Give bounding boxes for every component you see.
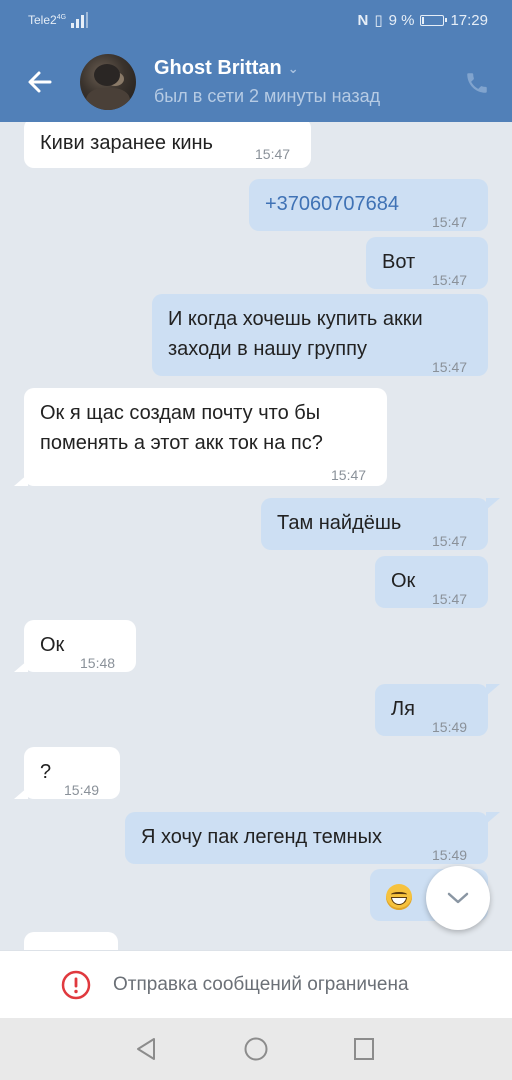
clock: 17:29 [450,11,488,29]
scroll-to-bottom-button[interactable] [426,866,490,930]
chevron-down-icon[interactable]: ⌄ [288,61,299,77]
message-time: 15:47 [432,591,468,607]
nav-recents-icon[interactable] [352,1036,376,1062]
nfc-icon: N [357,11,369,29]
message-bubble-outgoing[interactable]: Я хочу пак легенд темных 15:49 [125,812,500,864]
message-time: 15:47 [432,272,468,288]
message-time: 15:49 [64,782,100,798]
message-bubble-incoming[interactable]: ? 15:49 [14,747,120,799]
messaging-restricted-bar: Отправка сообщений ограничена [0,950,512,1019]
message-time: 15:49 [432,719,468,735]
chevron-down-icon [447,892,469,904]
message-bubble-outgoing[interactable]: И когда хочешь купить акки заходи в нашу… [152,294,488,376]
nav-back-icon[interactable] [134,1036,158,1062]
message-text: поменять а этот акк ток на пс? [40,432,323,454]
message-bubble-outgoing[interactable]: Ок 15:47 [375,556,488,608]
warning-circle-icon [61,970,91,1000]
vibrate-icon: ▯ [374,12,383,29]
message-time: 15:47 [432,214,468,230]
restricted-message: Отправка сообщений ограничена [113,974,409,995]
message-time: 15:47 [432,359,468,375]
message-time: 15:47 [331,467,367,483]
message-time: 15:48 [80,655,116,671]
phone-number-link[interactable]: +37060707684 [265,193,399,215]
system-nav-bar [0,1018,512,1080]
message-text: Ок я щас создам почту что бы [40,402,321,424]
message-text: Ля [391,698,415,720]
grinning-face-icon [386,883,412,910]
message-text: И когда хочешь купить акки [168,308,423,330]
message-text: Ок [40,634,65,656]
message-text: Ок [391,570,416,592]
carrier-label: Tele24G [28,13,67,27]
status-bar: Tele24G N ▯ 9 % 17:29 [0,0,512,42]
phone-icon[interactable] [464,70,490,96]
message-bubble-incoming[interactable]: Ок 15:48 [14,620,136,672]
message-text: Киви заранее кинь [40,132,213,154]
message-bubble-outgoing[interactable]: +37060707684 15:47 [249,179,488,231]
message-text: Я хочу пак легенд темных [141,826,382,848]
message-text: Вот [382,251,416,273]
message-text: заходи в нашу группу [168,338,367,360]
back-arrow-icon[interactable] [24,66,56,98]
message-bubble-outgoing[interactable]: Ля 15:49 [375,684,500,736]
message-text: ? [40,761,52,783]
last-seen-status: был в сети 2 минуты назад [154,86,381,106]
message-bubble-outgoing[interactable]: Вот 15:47 [366,237,488,289]
message-bubble-incoming[interactable]: Киви заранее кинь 15:47 [24,122,311,168]
signal-icon [71,12,88,28]
avatar[interactable] [80,54,136,110]
contact-name[interactable]: Ghost Brittan ⌄ [154,57,299,80]
message-time: 15:47 [255,146,291,162]
message-bubble-incoming[interactable]: Ок я щас создам почту что бы поменять а … [14,388,387,486]
chat-header: Ghost Brittan ⌄ был в сети 2 минуты назад [0,42,512,122]
message-time: 15:47 [432,533,468,549]
battery-icon [420,14,448,26]
message-bubble-outgoing[interactable]: Там найдёшь 15:47 [261,498,500,550]
battery-percent: 9 % [388,11,415,29]
message-text: Там найдёшь [277,512,402,534]
nav-home-icon[interactable] [243,1036,269,1062]
message-list[interactable]: Киви заранее кинь 15:47 +37060707684 15:… [0,122,512,950]
message-bubble-incoming[interactable] [24,932,118,950]
